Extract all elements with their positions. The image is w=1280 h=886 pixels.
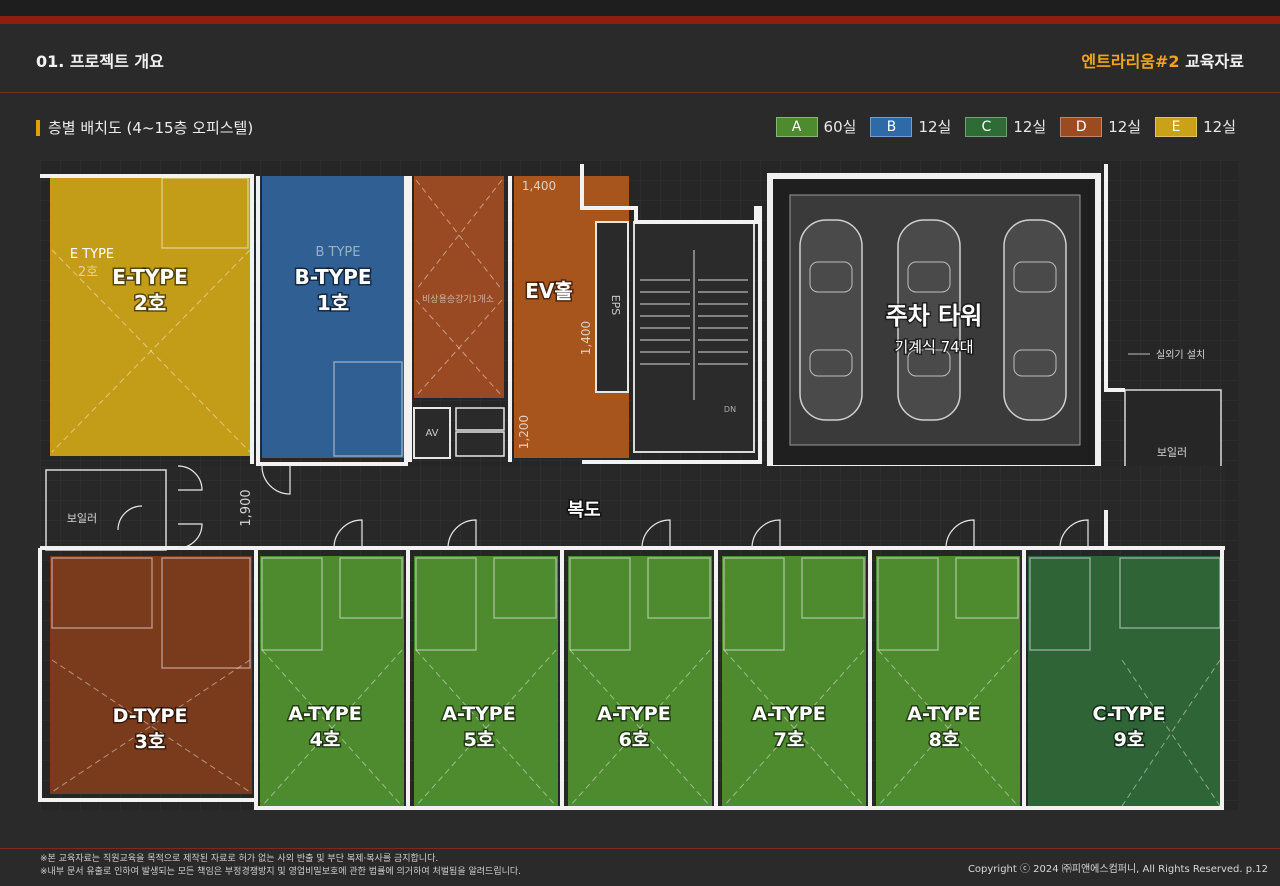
dim-1200: 1,200 [517, 415, 531, 449]
a8-label: A-TYPE [907, 703, 980, 725]
corridor-grid [40, 466, 1225, 548]
c-type-number: 9호 [1114, 729, 1145, 751]
corridor-label: 복도 [567, 500, 600, 521]
a6-number: 6호 [619, 729, 650, 751]
unit-b-type [262, 176, 404, 458]
e-type-ghost-label: E TYPE [70, 247, 114, 262]
a5-number: 5호 [464, 729, 495, 751]
a4-label: A-TYPE [288, 703, 361, 725]
unit-c-type [1028, 556, 1222, 808]
footer-divider [0, 848, 1280, 849]
unit-e-type [50, 176, 250, 456]
outdoor-unit-label: 실외기 설치 [1156, 349, 1205, 361]
e-type-label: E-TYPE [112, 265, 187, 289]
a8-number: 8호 [929, 729, 960, 751]
boiler-right-label: 보일러 [1157, 445, 1187, 459]
d-type-number: 3호 [135, 731, 166, 753]
c-type-label: C-TYPE [1092, 703, 1165, 725]
dim-1900: 1,900 [239, 489, 254, 526]
unit-a-5 [414, 556, 558, 808]
duct-shaft-1 [455, 407, 505, 431]
a4-number: 4호 [310, 729, 341, 751]
av-label: AV [425, 428, 438, 439]
b-type-ghost-label: B TYPE [316, 245, 361, 260]
emergency-elevator-label: 비상용승강기1개소 [422, 294, 494, 305]
stair-dn-label: DN [724, 405, 736, 414]
floor-plan: E TYPE 2호 E-TYPE 2호 B TYPE B-TYPE 1호 비상용… [38, 160, 1238, 810]
duct-shaft-2 [455, 431, 505, 457]
unit-a-6 [568, 556, 712, 808]
a7-number: 7호 [774, 729, 805, 751]
a5-label: A-TYPE [442, 703, 515, 725]
e-type-ghost-no: 2호 [78, 265, 98, 280]
boiler-left-label: 보일러 [67, 511, 97, 525]
b-type-label: B-TYPE [294, 265, 371, 289]
e-type-number: 2호 [134, 291, 166, 315]
dim-1400-side: 1,400 [579, 321, 593, 355]
footer-note-1: ※본 교육자료는 직원교육을 목적으로 제작된 자료로 허가 없는 사외 반출 … [40, 854, 439, 864]
dim-1400-top: 1,400 [522, 179, 556, 193]
unit-d-type [50, 556, 252, 794]
unit-a-7 [722, 556, 866, 808]
parking-tower-sub: 기계식 74대 [894, 338, 973, 356]
d-type-label: D-TYPE [113, 705, 188, 727]
parking-tower-label: 주차 타워 [886, 302, 983, 330]
footer-notes: ※본 교육자료는 직원교육을 목적으로 제작된 자료로 허가 없는 사외 반출 … [40, 853, 521, 879]
b-type-number: 1호 [317, 291, 349, 315]
a6-label: A-TYPE [597, 703, 670, 725]
unit-a-4 [260, 556, 404, 808]
footer-note-2: ※내부 문서 유출로 인하여 발생되는 모든 책임은 부정경쟁방지 및 영업비밀… [40, 867, 522, 877]
a7-label: A-TYPE [752, 703, 825, 725]
ev-hall-label: EV홀 [525, 279, 573, 303]
emergency-elevator-room [414, 176, 504, 398]
unit-a-8 [876, 556, 1020, 808]
copyright: Copyright ⓒ 2024 ㈜피앤에스컴퍼니, All Rights Re… [967, 864, 1268, 875]
eps-label: EPS [609, 295, 622, 316]
